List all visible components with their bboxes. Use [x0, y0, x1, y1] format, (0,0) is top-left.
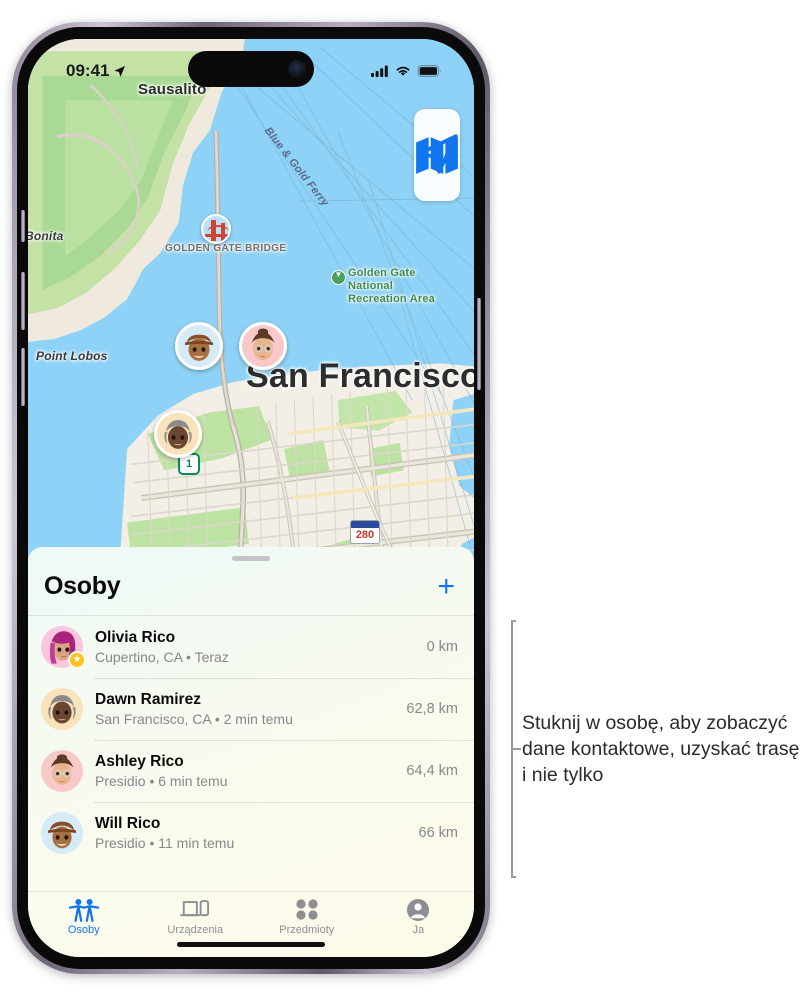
status-bar-time-group: 09:41 [66, 61, 126, 81]
locate-me-button[interactable] [414, 134, 460, 201]
location-arrow-icon [114, 65, 126, 77]
avatar: ★ [41, 626, 86, 669]
person-distance: 64,4 km [406, 763, 458, 779]
memoji-dawn-icon [48, 695, 76, 724]
status-badge: ★ [68, 651, 86, 669]
home-indicator[interactable] [177, 942, 325, 947]
memoji-ashley-icon [251, 328, 275, 360]
tab-label: Ja [412, 924, 425, 936]
memoji-dawn-icon [164, 420, 192, 449]
person-location: San Francisco, CA • 2 min temu [95, 711, 293, 727]
people-list: ★ Olivia Rico Cupertino, CA • Teraz 0 km [28, 616, 474, 891]
people-sheet: Osoby + ★ Olivia Rico Cupertino, CA • Te… [28, 547, 474, 957]
tab-bar: Osoby Urządzenia Przedmioty Ja [28, 891, 474, 957]
map-label-ggnra: Golden Gate National Recreation Area [348, 267, 435, 305]
annotation-callout: Stuknij w osobę, aby zobaczyć dane konta… [500, 620, 800, 878]
person-name: Will Rico [95, 815, 161, 832]
four-dots-icon [296, 899, 318, 920]
tab-label: Urządzenia [167, 924, 224, 936]
add-person-button[interactable]: + [434, 571, 458, 601]
map-label-bonita: Bonita [28, 229, 64, 243]
cellular-bars-icon [371, 65, 388, 77]
person-name: Olivia Rico [95, 629, 176, 646]
map-pin-ashley-rico[interactable] [239, 322, 287, 370]
person-distance: 66 km [418, 825, 459, 841]
person-name: Dawn Ramirez [95, 691, 201, 708]
dynamic-island [188, 51, 314, 87]
list-item[interactable]: ★ Olivia Rico Cupertino, CA • Teraz 0 km [28, 616, 474, 678]
person-location: Cupertino, CA • Teraz [95, 649, 229, 665]
tab-me[interactable]: Ja [363, 898, 475, 936]
route-shield-280-label: 280 [355, 529, 375, 541]
tab-label: Osoby [67, 924, 100, 936]
avatar [41, 812, 83, 854]
avatar [41, 688, 83, 730]
power-button[interactable] [477, 298, 481, 390]
front-camera-icon [288, 60, 306, 78]
status-bar-indicators [371, 65, 442, 77]
person-name: Ashley Rico [95, 753, 184, 770]
memoji-will-icon [185, 334, 213, 361]
tab-devices[interactable]: Urządzenia [140, 898, 252, 936]
volume-down-button[interactable] [21, 348, 25, 406]
silence-switch[interactable] [21, 210, 25, 242]
avatar [41, 750, 83, 792]
annotation-text: Stuknij w osobę, aby zobaczyć dane konta… [522, 712, 800, 786]
person-info: Will Rico Presidio • 11 min temu [95, 814, 407, 852]
memoji-ashley-icon [50, 754, 74, 785]
tab-items[interactable]: Przedmioty [251, 898, 363, 936]
phone-frame: Sausalito San Francisco Bonita Point Lob… [12, 22, 490, 974]
screenshot-stage: Sausalito San Francisco Bonita Point Lob… [0, 0, 811, 998]
park-pin-icon [331, 270, 346, 285]
list-item[interactable]: Dawn Ramirez San Francisco, CA • 2 min t… [28, 678, 474, 740]
sheet-header: Osoby + [28, 561, 474, 616]
person-distance: 62,8 km [406, 701, 458, 717]
list-item[interactable]: Will Rico Presidio • 11 min temu 66 km [28, 802, 474, 864]
person-info: Olivia Rico Cupertino, CA • Teraz [95, 628, 415, 666]
person-info: Dawn Ramirez San Francisco, CA • 2 min t… [95, 690, 394, 728]
two-people-icon [68, 899, 99, 922]
battery-full-icon [417, 65, 442, 77]
person-location: Presidio • 11 min temu [95, 835, 235, 851]
phone-bezel: Sausalito San Francisco Bonita Point Lob… [17, 27, 485, 969]
status-bar-clock: 09:41 [66, 61, 110, 80]
navigation-arrow-icon [418, 134, 458, 174]
person-location: Presidio • 6 min temu [95, 773, 228, 789]
route-shield-280: 280 [350, 520, 380, 544]
person-circle-icon [407, 899, 430, 921]
annotation-bracket [500, 620, 521, 878]
golden-gate-bridge-marker-icon[interactable] [201, 214, 231, 244]
person-distance: 0 km [426, 639, 458, 655]
wifi-icon [396, 66, 410, 76]
tab-label: Przedmioty [279, 924, 335, 936]
page-title: Osoby [44, 572, 121, 600]
memoji-will-icon [48, 821, 76, 849]
map-pin-dawn-ramirez[interactable] [154, 410, 202, 458]
map-controls-group [414, 109, 460, 201]
laptop-phone-icon [180, 900, 210, 917]
map-pin-will-rico[interactable] [175, 322, 223, 370]
map-label-point-lobos: Point Lobos [36, 349, 108, 363]
phone-screen: Sausalito San Francisco Bonita Point Lob… [28, 39, 474, 957]
map-label-golden-gate-bridge: GOLDEN GATE BRIDGE [165, 243, 287, 254]
person-info: Ashley Rico Presidio • 6 min temu [95, 752, 394, 790]
tab-people[interactable]: Osoby [28, 898, 140, 936]
list-item[interactable]: Ashley Rico Presidio • 6 min temu 64,4 k… [28, 740, 474, 802]
volume-up-button[interactable] [21, 272, 25, 330]
